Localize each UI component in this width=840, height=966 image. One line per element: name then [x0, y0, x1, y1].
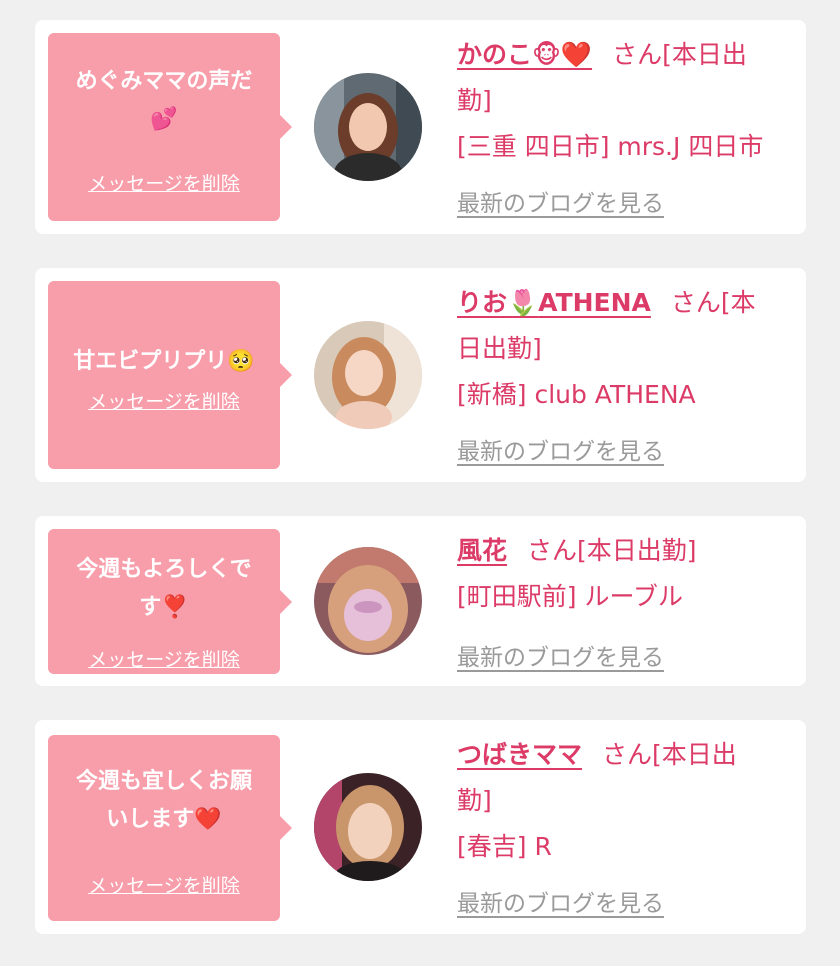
avatar[interactable]: [314, 547, 422, 655]
message-bubble: めぐみママの声だ 💕 メッセージを削除: [48, 33, 292, 221]
status-text: [本日出: [662, 40, 747, 69]
message-line: す❣️: [139, 595, 189, 620]
girl-name-link[interactable]: つばきママ: [457, 740, 582, 769]
message-line: めぐみママの声だ: [75, 69, 253, 94]
girl-info: つばきママ さん[本日出 勤] [春吉] R: [457, 732, 797, 870]
honorific-label: さん: [527, 536, 578, 565]
avatar-photo: [314, 773, 422, 881]
delete-message-link[interactable]: メッセージを削除: [48, 169, 280, 196]
avatar-photo: [314, 73, 422, 181]
message-card: めぐみママの声だ 💕 メッセージを削除 かのこ🐵❤️ さん[本日出 勤] [三重 …: [35, 20, 806, 234]
avatar-photo: [314, 321, 422, 429]
honorific-label: さん: [670, 288, 721, 317]
message-card: 今週も宜しくお願 いします❤️ メッセージを削除 つばきママ さん[本日出 勤] …: [35, 720, 806, 934]
name-emoji: 🐵❤️: [532, 40, 593, 69]
latest-blog-link[interactable]: 最新のブログを見る: [457, 884, 664, 918]
delete-message-link[interactable]: メッセージを削除: [48, 645, 280, 672]
avatar[interactable]: [314, 73, 422, 181]
latest-blog-link[interactable]: 最新のブログを見る: [457, 184, 664, 218]
message-card: 甘エビプリプリ🥺 メッセージを削除 りお🌷ATHENA さん[本 日出勤] [新橋…: [35, 268, 806, 482]
girl-name: かのこ: [457, 40, 533, 69]
delete-message-link[interactable]: メッセージを削除: [48, 871, 280, 898]
girl-info: かのこ🐵❤️ さん[本日出 勤] [三重 四日市] mrs.J 四日市: [457, 32, 797, 170]
girl-name: りお: [457, 288, 508, 317]
girl-name-link[interactable]: かのこ🐵❤️: [457, 40, 592, 69]
message-bubble: 甘エビプリプリ🥺 メッセージを削除: [48, 281, 292, 469]
latest-blog-link[interactable]: 最新のブログを見る: [457, 432, 664, 466]
name-emoji: 🌷: [507, 288, 539, 317]
message-line: 💕: [150, 107, 178, 132]
honorific-label: さん: [602, 740, 653, 769]
avatar[interactable]: [314, 321, 422, 429]
shop-location: [三重 四日市] mrs.J 四日市: [457, 132, 764, 161]
girl-info: りお🌷ATHENA さん[本 日出勤] [新橋] club ATHENA: [457, 280, 797, 418]
status-text: 勤]: [457, 786, 492, 815]
honorific-label: さん: [612, 40, 663, 69]
girl-name: 風花: [457, 536, 508, 565]
message-card: 今週もよろしくで す❣️ メッセージを削除 風花 さん[本日出勤] [町田駅前] …: [35, 516, 806, 686]
status-text: [本日出: [652, 740, 737, 769]
girl-info: 風花 さん[本日出勤] [町田駅前] ルーブル: [457, 528, 797, 620]
shop-location: [町田駅前] ルーブル: [457, 582, 683, 611]
delete-message-link[interactable]: メッセージを削除: [48, 387, 280, 414]
status-text: [本日出勤]: [577, 536, 697, 565]
shop-location: [春吉] R: [457, 832, 552, 861]
latest-blog-link[interactable]: 最新のブログを見る: [457, 638, 664, 672]
message-line: 今週も宜しくお願: [75, 769, 252, 794]
message-text: 甘エビプリプリ🥺: [54, 343, 274, 381]
status-text: [本: [720, 288, 756, 317]
message-line: 今週もよろしくで: [76, 557, 252, 582]
shop-location: [新橋] club ATHENA: [457, 380, 696, 409]
message-text: 今週もよろしくで す❣️: [54, 551, 274, 627]
message-line: 甘エビプリプリ🥺: [73, 349, 255, 374]
message-line: いします❤️: [106, 807, 222, 832]
girl-name: つばきママ: [457, 740, 583, 769]
message-text: めぐみママの声だ 💕: [54, 63, 274, 139]
message-bubble: 今週も宜しくお願 いします❤️ メッセージを削除: [48, 735, 292, 921]
avatar[interactable]: [314, 773, 422, 881]
girl-name-link[interactable]: 風花: [457, 536, 507, 565]
message-text: 今週も宜しくお願 いします❤️: [54, 763, 274, 839]
status-text: 勤]: [457, 86, 492, 115]
girl-name-suffix: ATHENA: [538, 288, 651, 317]
avatar-photo: [314, 547, 422, 655]
status-text: 日出勤]: [457, 334, 542, 363]
girl-name-link[interactable]: りお🌷ATHENA: [457, 288, 651, 317]
message-bubble: 今週もよろしくで す❣️ メッセージを削除: [48, 529, 292, 674]
